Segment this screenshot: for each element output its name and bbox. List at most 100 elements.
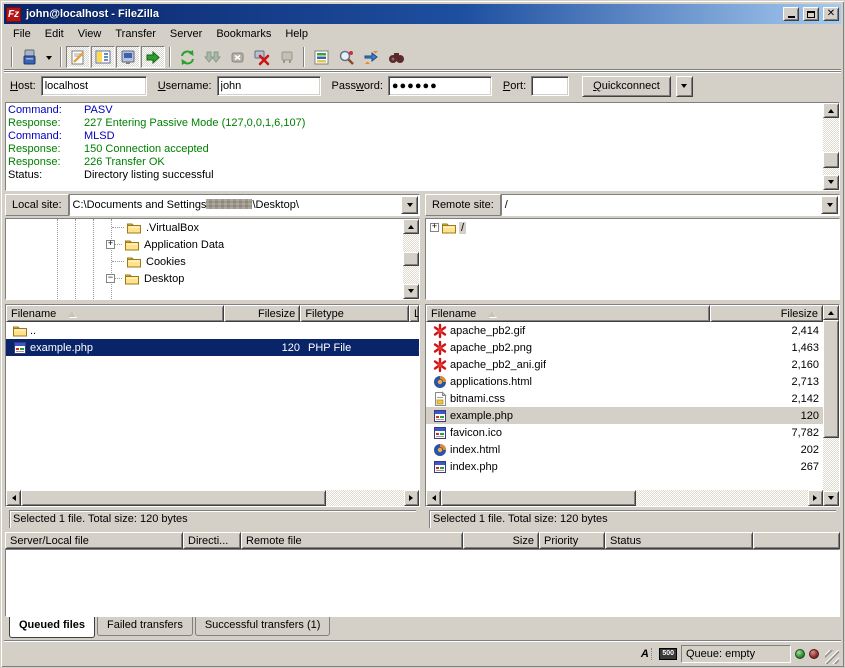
tab-queued-files[interactable]: Queued files (9, 617, 95, 638)
scroll-left-button[interactable] (6, 490, 21, 506)
column-direction[interactable]: Directi... (183, 532, 241, 549)
remote-list-rows[interactable]: apache_pb2.gif 2,414 apache_pb2.png 1,46… (426, 322, 823, 490)
file-row[interactable]: favicon.ico 7,782 (426, 424, 823, 441)
menu-bookmarks[interactable]: Bookmarks (209, 26, 278, 42)
tree-item-application-data[interactable]: + Application Data (6, 236, 403, 253)
column-remote-file[interactable]: Remote file (241, 532, 463, 549)
column-filename[interactable]: Filename (6, 305, 224, 322)
menu-help[interactable]: Help (278, 26, 315, 42)
local-site-combobox[interactable]: C:\Documents and Settings\Desktop\ (69, 194, 420, 216)
scrollbar-track[interactable] (823, 118, 839, 175)
data-type-indicator[interactable]: A (637, 646, 655, 662)
scroll-down-button[interactable] (823, 491, 839, 506)
message-log-text[interactable]: Command:PASV Response:227 Entering Passi… (6, 103, 823, 190)
column-filesize[interactable]: Filesize (224, 305, 300, 322)
queue-body[interactable] (5, 549, 840, 617)
expand-icon[interactable]: + (106, 240, 115, 249)
scroll-down-button[interactable] (403, 284, 419, 299)
scroll-right-button[interactable] (404, 490, 419, 506)
scroll-left-button[interactable] (426, 490, 441, 506)
file-row-example-php[interactable]: example.php 120 PHP File 1 (6, 339, 419, 356)
scrollbar-track[interactable] (403, 234, 419, 284)
reconnect-button[interactable] (275, 46, 299, 68)
column-priority[interactable]: Priority (539, 532, 605, 549)
scrollbar-thumb[interactable] (823, 152, 839, 168)
directory-comparison-button[interactable] (334, 46, 358, 68)
password-input[interactable] (388, 76, 492, 96)
username-input[interactable] (217, 76, 321, 96)
column-server-local-file[interactable]: Server/Local file (5, 532, 183, 549)
toggle-remote-tree-button[interactable] (116, 46, 140, 68)
local-horizontal-scrollbar[interactable] (6, 490, 419, 506)
file-row-selected[interactable]: example.php 120 (426, 407, 823, 424)
remote-horizontal-scrollbar[interactable] (426, 490, 823, 506)
scroll-down-button[interactable] (823, 175, 839, 190)
close-button[interactable]: ✕ (823, 7, 839, 21)
maximize-button[interactable] (803, 7, 819, 21)
file-row-parent-dir[interactable]: .. (6, 322, 419, 339)
port-input[interactable] (531, 76, 569, 96)
quickconnect-button[interactable]: Quickconnect (582, 76, 671, 97)
column-last-modified[interactable]: L (409, 305, 419, 322)
scrollbar-track[interactable] (441, 490, 808, 506)
local-tree-view[interactable]: .VirtualBox + Application Data Cookies (6, 219, 403, 299)
disconnect-button[interactable] (250, 46, 274, 68)
title-bar[interactable]: Fz john@localhost - FileZilla ✕ (4, 4, 841, 24)
resize-grip[interactable] (825, 650, 839, 664)
file-row[interactable]: index.html 202 (426, 441, 823, 458)
local-list-rows[interactable]: .. example.php 120 PHP File 1 (6, 322, 419, 490)
minimize-button[interactable] (783, 7, 799, 21)
file-row[interactable]: index.php 267 (426, 458, 823, 475)
quickconnect-dropdown-button[interactable] (676, 76, 693, 97)
host-input[interactable] (41, 76, 147, 96)
file-row[interactable]: applications.html 2,713 (426, 373, 823, 390)
column-status[interactable]: Status (605, 532, 753, 549)
scroll-up-button[interactable] (823, 103, 839, 118)
expand-icon[interactable]: + (430, 223, 439, 232)
toggle-queue-button[interactable] (141, 46, 165, 68)
column-filetype[interactable]: Filetype (300, 305, 409, 322)
site-manager-button[interactable] (17, 46, 41, 68)
column-filename[interactable]: Filename (426, 305, 710, 322)
scroll-up-button[interactable] (403, 219, 419, 234)
collapse-icon[interactable]: − (106, 274, 115, 283)
local-tree-scrollbar[interactable] (403, 219, 419, 299)
toggle-local-tree-button[interactable] (91, 46, 115, 68)
tree-item-virtualbox[interactable]: .VirtualBox (6, 219, 403, 236)
menu-edit[interactable]: Edit (38, 26, 71, 42)
scrollbar-thumb[interactable] (403, 252, 419, 266)
menu-transfer[interactable]: Transfer (108, 26, 163, 42)
scroll-right-button[interactable] (808, 490, 823, 506)
menu-view[interactable]: View (71, 26, 109, 42)
remote-vertical-scrollbar[interactable] (823, 305, 839, 506)
site-manager-dropdown-button[interactable] (42, 46, 56, 68)
scroll-up-button[interactable] (823, 305, 839, 320)
scrollbar-thumb[interactable] (441, 490, 636, 506)
file-row[interactable]: apache_pb2_ani.gif 2,160 (426, 356, 823, 373)
file-row[interactable]: apache_pb2.png 1,463 (426, 339, 823, 356)
remote-site-combobox[interactable]: / (501, 194, 840, 216)
tree-item-desktop[interactable]: − Desktop (6, 270, 403, 287)
toggle-message-log-button[interactable] (66, 46, 90, 68)
log-vertical-scrollbar[interactable] (823, 103, 839, 190)
scrollbar-track[interactable] (823, 320, 839, 491)
process-queue-button[interactable] (200, 46, 224, 68)
column-filesize[interactable]: Filesize (710, 305, 823, 322)
remote-site-dropdown-button[interactable] (821, 196, 838, 214)
column-size[interactable]: Size (463, 532, 539, 549)
cancel-button[interactable] (225, 46, 249, 68)
menu-file[interactable]: File (6, 26, 38, 42)
scrollbar-thumb[interactable] (823, 320, 839, 438)
file-row[interactable]: apache_pb2.gif 2,414 (426, 322, 823, 339)
remote-tree-view[interactable]: + / (426, 219, 839, 299)
synchronized-browsing-button[interactable] (359, 46, 383, 68)
find-files-button[interactable] (384, 46, 408, 68)
filter-button[interactable] (309, 46, 333, 68)
scrollbar-thumb[interactable] (21, 490, 326, 506)
tree-item-root[interactable]: + / (426, 219, 839, 236)
refresh-button[interactable] (175, 46, 199, 68)
filezilla-app-icon[interactable]: Fz (6, 7, 21, 22)
tree-item-cookies[interactable]: Cookies (6, 253, 403, 270)
menu-server[interactable]: Server (163, 26, 209, 42)
local-site-dropdown-button[interactable] (401, 196, 418, 214)
